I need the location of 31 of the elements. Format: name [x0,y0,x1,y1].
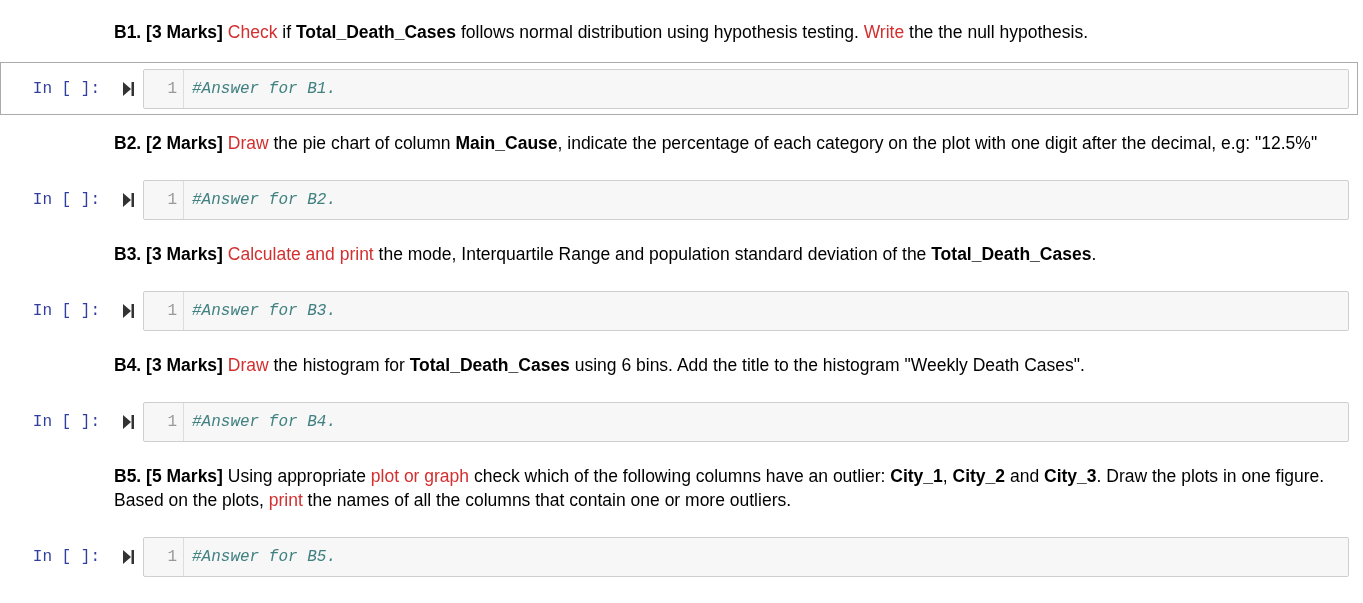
question-text: B1. [3 Marks] Check if Total_Death_Cases follows normal distribution using hypothesis testing. Write the the null hypothesis. [114,21,1090,44]
line-number: 1 [167,547,177,567]
code-editor[interactable]: 1 #Answer for B3. [143,291,1349,331]
step-forward-icon[interactable] [123,304,134,318]
question-text: B3. [3 Marks] Calculate and print the mode, Interquartile Range and population standard deviation of the Total_Death_Cases. [114,243,1098,266]
code-text: #Answer for B4. [192,412,337,432]
line-number: 1 [167,79,177,99]
cell-prompt: In [ ]: [31,413,100,431]
code-editor[interactable]: 1 #Answer for B1. [143,69,1349,109]
code-text: #Answer for B5. [192,547,337,567]
code-text: #Answer for B2. [192,190,337,210]
cell-prompt: In [ ]: [31,548,100,566]
question-text: B5. [5 Marks] Using appropriate plot or graph check which of the following columns have an outlier: City_1, City_2 and City_3. Draw the plots in one figure. Based on the plots, print the names of all the columns that contain one or more outliers. [114,465,1326,512]
code-text: #Answer for B3. [192,301,337,321]
code-editor[interactable]: 1 #Answer for B5. [143,537,1349,577]
cell-prompt: In [ ]: [31,302,100,320]
code-editor[interactable]: 1 #Answer for B4. [143,402,1349,442]
step-forward-icon[interactable] [123,550,134,564]
step-forward-icon[interactable] [123,193,134,207]
line-number: 1 [167,412,177,432]
question-text: B4. [3 Marks] Draw the histogram for Total_Death_Cases using 6 bins. Add the title to the histogram "Weekly Death Cases". [114,354,1086,377]
line-number: 1 [167,301,177,321]
cell-prompt: In [ ]: [31,191,100,209]
line-number: 1 [167,190,177,210]
step-forward-icon[interactable] [123,82,134,96]
step-forward-icon[interactable] [123,415,134,429]
code-text: #Answer for B1. [192,79,337,99]
code-editor[interactable]: 1 #Answer for B2. [143,180,1349,220]
cell-frame[interactable]: In [ ]: 1 #Answer for B1. [0,62,1358,115]
cell-prompt: In [ ]: [31,80,100,98]
question-text: B2. [2 Marks] Draw the pie chart of column Main_Cause, indicate the percentage of each category on the plot with one digit after the decimal, e.g: "12.5%" [114,132,1319,155]
